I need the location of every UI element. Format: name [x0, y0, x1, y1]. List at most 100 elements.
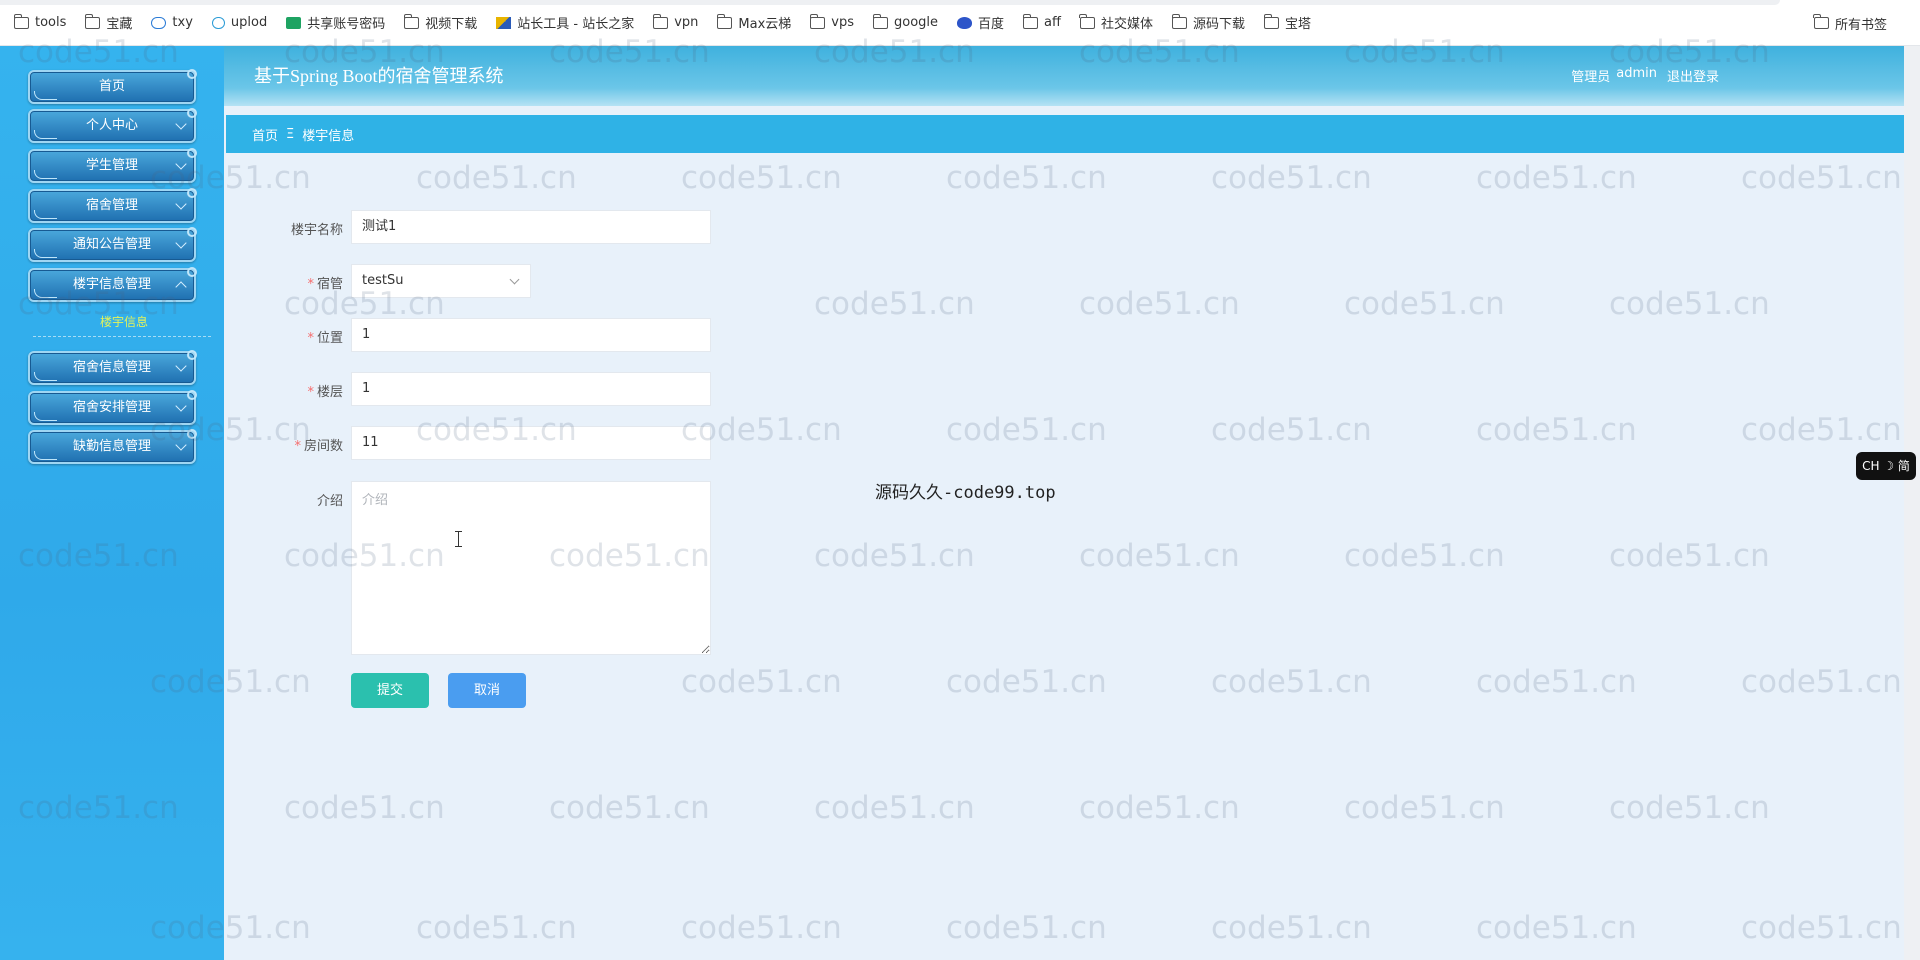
breadcrumb: 首页 Ξ 楼宇信息 [226, 115, 1904, 153]
watermark: code51.cn [416, 910, 577, 946]
manager-select[interactable]: testSu [351, 264, 531, 298]
building-name-input[interactable]: 测试1 [351, 210, 711, 244]
watermark: code51.cn [416, 160, 577, 196]
bookmark-baidu[interactable]: 百度 [957, 13, 1004, 32]
submit-button[interactable]: 提交 [351, 673, 429, 708]
watermark: code51.cn [1741, 664, 1902, 700]
chevron-up-icon [175, 281, 187, 293]
submenu-building-info[interactable]: 楼宇信息 [100, 313, 148, 330]
logout-link[interactable]: 退出登录 [1667, 66, 1719, 85]
bookmark-aff[interactable]: aff [1022, 13, 1061, 30]
location-label: * 位置 [307, 331, 343, 346]
submenu-divider [33, 336, 211, 337]
bookmarks-bar: tools 宝藏 txy uplod 共享账号密码 视频下载 站长工具 - 站长… [0, 0, 1920, 46]
menu-student-management[interactable]: 学生管理 [28, 148, 197, 183]
bookmark-baota[interactable]: 宝塔 [1263, 13, 1311, 32]
required-mark: * [294, 439, 301, 454]
watermark: code51.cn [681, 160, 842, 196]
chevron-down-icon [175, 400, 187, 412]
intro-label: 介绍 [316, 494, 343, 509]
bookmark-baozang[interactable]: 宝藏 [84, 13, 132, 32]
location-input[interactable]: 1 [351, 318, 711, 352]
breadcrumb-home[interactable]: 首页 [252, 125, 278, 144]
menu-dorm-management[interactable]: 宿舍管理 [28, 188, 197, 223]
curl-ornament-icon [34, 130, 57, 139]
bookmark-google[interactable]: google [872, 13, 938, 30]
required-mark: * [307, 385, 314, 400]
watermark: code51.cn [1609, 286, 1770, 322]
menu-home[interactable]: 首页 [28, 69, 197, 104]
watermark: code51.cn [549, 790, 710, 826]
menu-notice-management[interactable]: 通知公告管理 [28, 227, 197, 262]
watermark: code51.cn [1211, 160, 1372, 196]
watermark: code51.cn [1344, 538, 1505, 574]
floor-input[interactable]: 1 [351, 372, 711, 406]
folder-icon [652, 13, 669, 29]
breadcrumb-separator: Ξ [286, 126, 295, 142]
folder-icon [872, 13, 888, 29]
folder-icon [1263, 13, 1280, 29]
bookmark-shared-passwords[interactable]: 共享账号密码 [286, 13, 385, 32]
folder-icon [13, 13, 29, 29]
menu-absence-management[interactable]: 缺勤信息管理 [28, 429, 197, 464]
chevron-down-icon [175, 360, 187, 372]
ornament-icon [187, 350, 197, 360]
watermark: code51.cn [1609, 790, 1770, 826]
bookmark-social-media[interactable]: 社交媒体 [1079, 13, 1153, 32]
bookmark-txy[interactable]: txy [151, 15, 193, 30]
all-bookmarks[interactable]: 所有书签 [1813, 0, 1887, 46]
watermark: code51.cn [1741, 910, 1902, 946]
watermark: code51.cn [1476, 160, 1637, 196]
watermark: code51.cn [814, 286, 975, 322]
watermark: code51.cn [1344, 790, 1505, 826]
manager-label: * 宿管 [307, 277, 343, 292]
curl-ornament-icon [34, 170, 57, 179]
breadcrumb-current: 楼宇信息 [302, 128, 355, 144]
chevron-down-icon [175, 198, 187, 210]
ornament-icon [187, 429, 197, 439]
overlay-text: 源码久久-code99.top [875, 483, 1056, 503]
watermark: code51.cn [1741, 412, 1902, 448]
chevron-down-icon [175, 118, 187, 130]
curl-ornament-icon [34, 412, 57, 421]
bookmark-uplod[interactable]: uplod [211, 15, 267, 30]
cloud-icon [151, 16, 167, 29]
top-scrollbar[interactable] [0, 0, 1780, 5]
bookmark-source-download[interactable]: 源码下载 [1171, 13, 1245, 32]
watermark: code51.cn [1211, 664, 1372, 700]
bookmark-video-download[interactable]: 视频下载 [403, 13, 477, 32]
watermark: code51.cn [1211, 412, 1372, 448]
ornament-icon [187, 267, 197, 277]
floor-label: * 楼层 [307, 385, 343, 400]
chevron-down-icon [175, 439, 187, 451]
room-count-input[interactable]: 11 [351, 426, 711, 460]
intro-textarea[interactable] [351, 481, 711, 655]
watermark: code51.cn [681, 664, 842, 700]
curl-ornament-icon [34, 372, 57, 381]
watermark: code51.cn [1079, 538, 1240, 574]
ornament-icon [187, 390, 197, 400]
watermark: code51.cn [1211, 910, 1372, 946]
folder-icon [716, 13, 733, 29]
required-mark: * [307, 277, 314, 292]
ime-indicator[interactable]: CH ☽ 简 [1856, 452, 1916, 480]
menu-dorm-arrangement-management[interactable]: 宿舍安排管理 [28, 390, 197, 425]
bookmark-vps[interactable]: vps [809, 13, 854, 30]
watermark: code51.cn [1741, 160, 1902, 196]
ornament-icon [187, 108, 197, 118]
menu-building-management[interactable]: 楼宇信息管理 [28, 267, 197, 302]
watermark: code51.cn [1344, 286, 1505, 322]
system-title: 基于Spring Boot的宿舍管理系统 [254, 66, 504, 86]
bookmark-tools[interactable]: tools [13, 13, 66, 30]
bookmark-max[interactable]: Max云梯 [716, 13, 791, 32]
folder-icon [84, 13, 101, 29]
bookmark-webmaster-tools[interactable]: 站长工具 - 站长之家 [496, 13, 634, 32]
folder-icon [1171, 13, 1187, 29]
cancel-button[interactable]: 取消 [448, 673, 526, 708]
bookmark-vpn[interactable]: vpn [652, 13, 698, 30]
menu-dorm-info-management[interactable]: 宿舍信息管理 [28, 350, 197, 385]
watermark: code51.cn [1476, 910, 1637, 946]
vertical-scrollbar[interactable] [1904, 46, 1920, 960]
text-cursor-icon [454, 531, 464, 547]
menu-personal-center[interactable]: 个人中心 [28, 108, 197, 143]
